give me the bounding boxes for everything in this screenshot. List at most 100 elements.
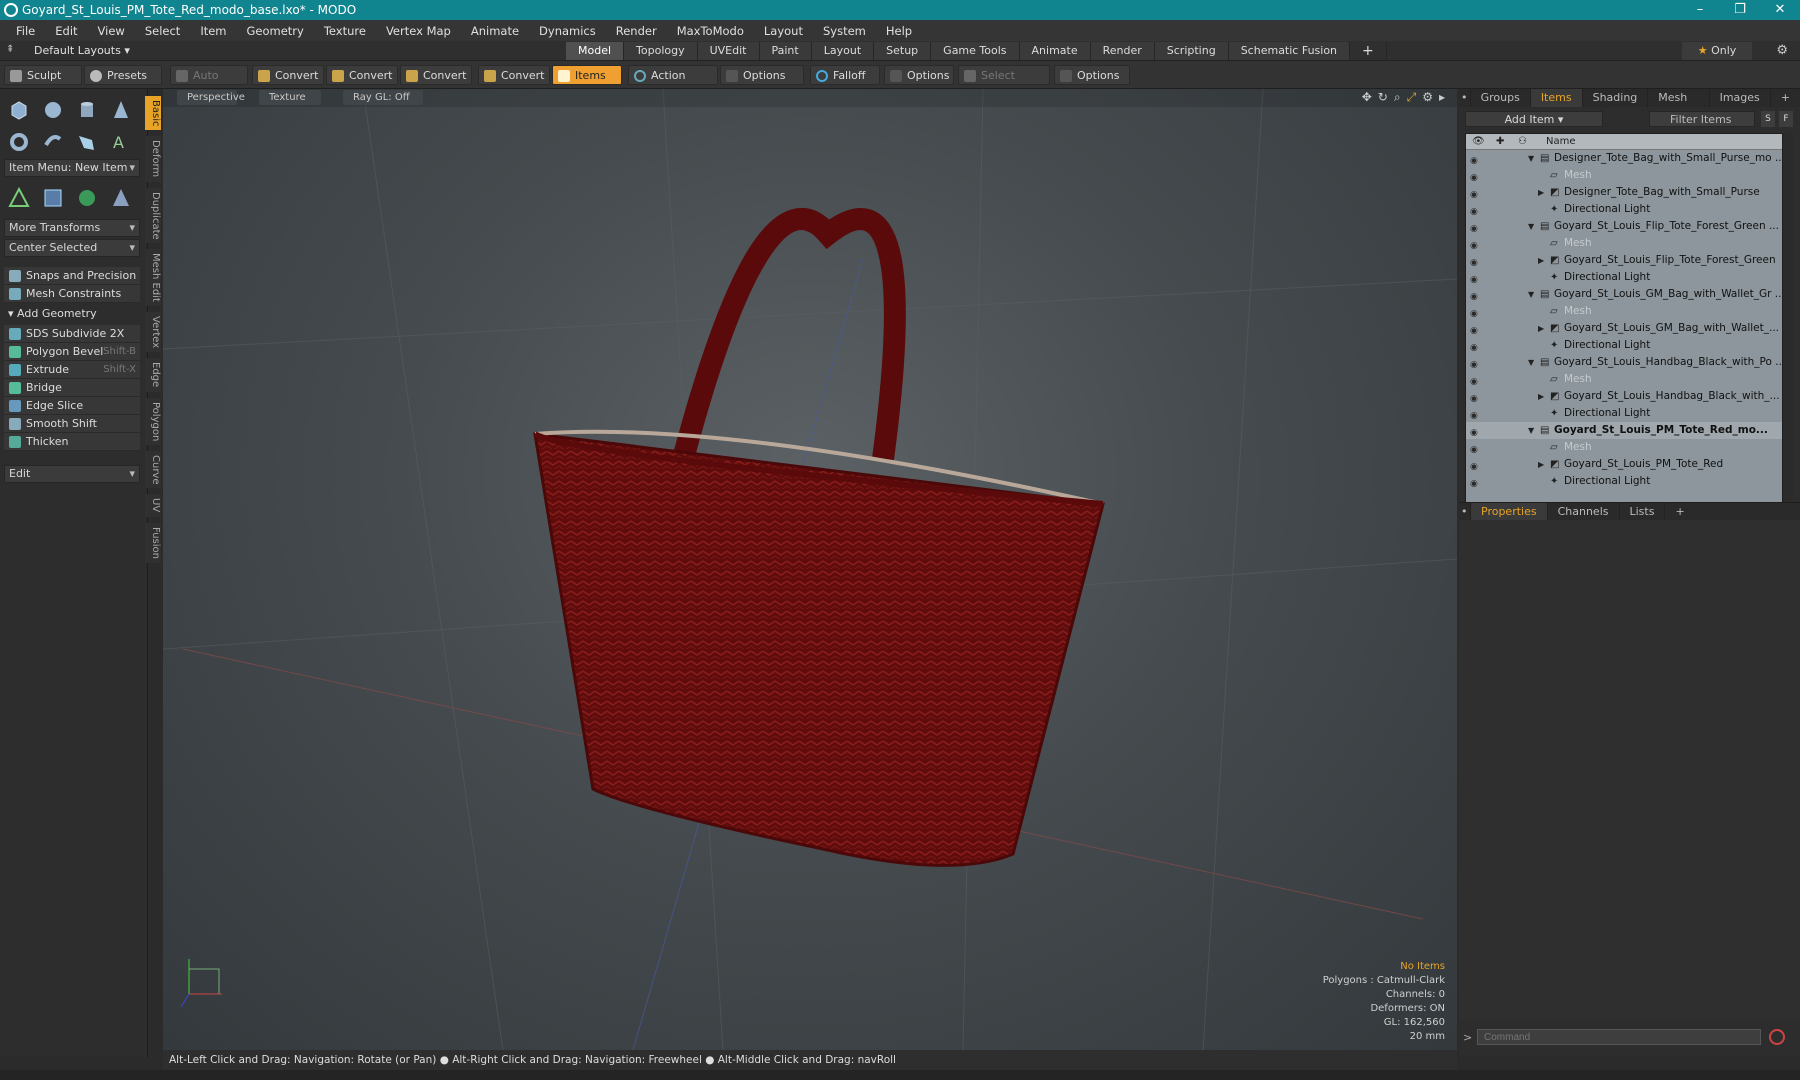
visibility-eye-icon[interactable]: ◉ — [1470, 255, 1482, 268]
raygl-button[interactable]: Ray GL: Off — [343, 90, 423, 105]
item-row[interactable]: ◉ ▱ Mesh — [1466, 371, 1782, 388]
visibility-eye-icon[interactable]: ◉ — [1470, 204, 1482, 217]
pen-icon[interactable] — [72, 127, 102, 157]
item-list-scrollbar[interactable] — [1783, 133, 1793, 548]
tab-render[interactable]: Render — [1090, 42, 1155, 60]
tote-bag-model[interactable] — [533, 208, 1105, 867]
tab-topology[interactable]: Topology — [624, 42, 698, 60]
rotate-view-icon[interactable]: ↻ — [1378, 90, 1388, 105]
menu-maxtomodo[interactable]: MaxToModo — [667, 24, 754, 38]
panel-menu-icon[interactable]: • — [1459, 89, 1471, 107]
item-row[interactable]: ◉ ✦ Directional Light — [1466, 269, 1782, 286]
menu-texture[interactable]: Texture — [314, 24, 376, 38]
mesh-constraints-button[interactable]: Mesh Constraints — [4, 285, 140, 303]
presets-button[interactable]: Presets F6 — [84, 65, 162, 102]
tab-channels[interactable]: Channels — [1548, 503, 1620, 520]
expand-down-icon[interactable]: ▼ — [1528, 422, 1534, 439]
visibility-column-icon[interactable]: 👁 — [1472, 134, 1485, 150]
vtab-edge[interactable]: Edge — [145, 358, 161, 392]
bridge-button[interactable]: Bridge — [4, 379, 140, 397]
visibility-eye-icon[interactable]: ◉ — [1470, 442, 1482, 455]
tab-game-tools[interactable]: Game Tools — [931, 42, 1020, 60]
visibility-eye-icon[interactable]: ◉ — [1470, 187, 1482, 200]
add-panel-tab-icon[interactable]: + — [1771, 89, 1800, 107]
polygon-bevel-button[interactable]: Polygon Bevel Shift-B — [4, 343, 140, 361]
visibility-eye-icon[interactable]: ◉ — [1470, 272, 1482, 285]
expand-right-icon[interactable]: ▶ — [1538, 184, 1544, 201]
pyramid-icon[interactable] — [106, 183, 136, 213]
minimize-icon[interactable]: – — [1680, 0, 1720, 20]
snaps-precision-button[interactable]: Snaps and Precision — [4, 267, 140, 285]
vtab-uv[interactable]: UV — [145, 494, 161, 517]
item-row[interactable]: ◉ ✦ Directional Light — [1466, 337, 1782, 354]
record-icon[interactable] — [1769, 1029, 1785, 1045]
menu-system[interactable]: System — [813, 24, 876, 38]
menu-animate[interactable]: Animate — [461, 24, 529, 38]
visibility-eye-icon[interactable]: ◉ — [1470, 306, 1482, 319]
transform-icon[interactable] — [4, 183, 34, 213]
item-row[interactable]: ◉ ▱ Mesh — [1466, 439, 1782, 456]
menu-geometry[interactable]: Geometry — [237, 24, 314, 38]
falloff-options-button[interactable]: Options — [884, 65, 954, 85]
auto-select-button[interactable]: Auto Select — [170, 65, 248, 102]
item-row[interactable]: ◉ ✦ Directional Light — [1466, 201, 1782, 218]
visibility-eye-icon[interactable]: ◉ — [1470, 425, 1482, 438]
layout-expand-icon[interactable]: ⇞ — [6, 44, 14, 55]
tab-items[interactable]: Items — [1530, 89, 1583, 107]
cone-icon[interactable] — [106, 95, 136, 125]
visibility-eye-icon[interactable]: ◉ — [1470, 459, 1482, 472]
text-icon[interactable]: A — [106, 127, 136, 157]
item-row[interactable]: ◉ ▼ ▤ Goyard_St_Louis_Handbag_Black_with_Po… — [1466, 354, 1782, 371]
tab-model[interactable]: Model — [566, 42, 625, 60]
edit-dropdown[interactable]: Edit — [4, 465, 140, 483]
item-row[interactable]: ◉ ▶ ◩ Goyard_St_Louis_GM_Bag_with_Wallet_..… — [1466, 320, 1782, 337]
menu-dynamics[interactable]: Dynamics — [529, 24, 606, 38]
sphere-icon[interactable] — [38, 95, 68, 125]
convert-edges-button[interactable]: Convert — [326, 65, 398, 85]
add-properties-tab-icon[interactable]: + — [1665, 503, 1694, 520]
action-center-button[interactable]: Action Center — [628, 65, 718, 102]
sds-subdivide-button[interactable]: SDS Subdivide 2X — [4, 325, 140, 343]
default-layouts-dropdown[interactable]: Default Layouts ▾ — [20, 41, 144, 61]
visibility-eye-icon[interactable]: ◉ — [1470, 153, 1482, 166]
tab-groups[interactable]: Groups — [1471, 89, 1531, 107]
convert-items-button[interactable]: Convert — [478, 65, 550, 85]
menu-item[interactable]: Item — [190, 24, 236, 38]
select-through-options-button[interactable]: Options — [1054, 65, 1130, 85]
expand-right-icon[interactable]: ▶ — [1538, 252, 1544, 269]
item-row[interactable]: ◉ ✦ Directional Light — [1466, 473, 1782, 490]
tab-scripting[interactable]: Scripting — [1154, 42, 1229, 60]
restore-icon[interactable]: ❐ — [1720, 0, 1760, 20]
menu-select[interactable]: Select — [135, 24, 190, 38]
command-input[interactable] — [1477, 1029, 1761, 1045]
item-row[interactable]: ◉ ✦ Directional Light — [1466, 405, 1782, 422]
thicken-button[interactable]: Thicken — [4, 433, 140, 451]
viewport-gear-icon[interactable]: ⚙ — [1422, 90, 1433, 105]
menu-view[interactable]: View — [88, 24, 135, 38]
maximize-icon[interactable]: ⤢ — [1407, 90, 1417, 105]
extrude-button[interactable]: Extrude Shift-X — [4, 361, 140, 379]
play-icon[interactable]: ▸ — [1439, 90, 1445, 105]
close-icon[interactable]: ✕ — [1760, 0, 1800, 20]
item-row[interactable]: ◉ ▼ ▤ Goyard_St_Louis_PM_Tote_Red_mo... — [1466, 422, 1782, 439]
add-tab-icon[interactable]: + — [1350, 42, 1387, 60]
tab-images[interactable]: Images — [1710, 89, 1771, 107]
expand-down-icon[interactable]: ▼ — [1528, 150, 1534, 167]
menu-help[interactable]: Help — [876, 24, 922, 38]
vtab-polygon[interactable]: Polygon — [145, 397, 161, 445]
only-button[interactable]: ★ Only — [1682, 42, 1752, 60]
sculpt-button[interactable]: Sculpt — [4, 65, 82, 85]
item-row[interactable]: ◉ ▱ Mesh — [1466, 235, 1782, 252]
expand-right-icon[interactable]: ▶ — [1538, 388, 1544, 405]
visibility-eye-icon[interactable]: ◉ — [1470, 340, 1482, 353]
tab-setup[interactable]: Setup — [874, 42, 932, 60]
properties-menu-icon[interactable]: • — [1459, 503, 1471, 520]
center-selected-dropdown[interactable]: Center Selected — [4, 239, 140, 257]
filter-items-input[interactable]: Filter Items — [1649, 111, 1755, 127]
render-column-icon[interactable]: ⚇ — [1518, 134, 1527, 150]
vtab-curve[interactable]: Curve — [145, 450, 161, 489]
convert-polygons-button[interactable]: Convert — [400, 65, 472, 85]
globe-icon[interactable] — [72, 183, 102, 213]
more-transforms-dropdown[interactable]: More Transforms — [4, 219, 140, 237]
edge-slice-button[interactable]: Edge Slice — [4, 397, 140, 415]
